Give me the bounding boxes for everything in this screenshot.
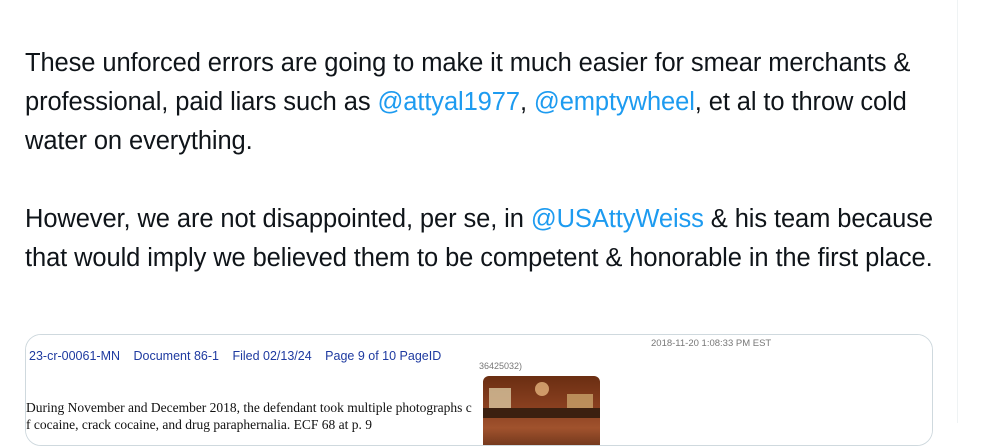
photo-shelf	[483, 408, 600, 418]
paragraph-2-text-before: However, we are not disappointed, per se…	[25, 205, 531, 233]
photo-id-fragment: 36425032)	[479, 361, 523, 371]
column-divider	[957, 0, 958, 423]
mention-separator: ,	[519, 88, 534, 116]
photo-thumbnail	[483, 376, 600, 445]
mention-emptywheel-link[interactable]: @emptywheel	[534, 88, 695, 116]
photo-object	[567, 394, 593, 408]
photo-light	[535, 382, 549, 396]
photo-timestamp: 2018-11-20 1:08:33 PM EST	[651, 338, 772, 349]
mention-usattyweiss-link[interactable]: @USAttyWeiss	[531, 205, 704, 233]
document-number: Document 86-1	[133, 349, 219, 363]
photo-object	[489, 388, 511, 408]
document-line: f cocaine, crack cocaine, and drug parap…	[26, 417, 372, 432]
document-line: During November and December 2018, the d…	[26, 400, 472, 415]
media-attachment[interactable]: 23-cr-00061-MN Document 86-1 Filed 02/13…	[25, 334, 933, 446]
tweet-text: These unforced errors are going to make …	[25, 44, 935, 278]
document-header: 23-cr-00061-MN Document 86-1 Filed 02/13…	[29, 349, 451, 363]
document-body: During November and December 2018, the d…	[26, 399, 479, 433]
page-info: Page 9 of 10 PageID	[325, 349, 442, 363]
court-document-image[interactable]: 23-cr-00061-MN Document 86-1 Filed 02/13…	[26, 335, 479, 445]
tweet-paragraph-1: These unforced errors are going to make …	[25, 44, 935, 161]
case-number: 23-cr-00061-MN	[29, 349, 121, 363]
filed-date: Filed 02/13/24	[232, 349, 312, 363]
tweet-paragraph-2: However, we are not disappointed, per se…	[25, 200, 935, 278]
mention-attyal1977-link[interactable]: @attyal1977	[377, 88, 520, 116]
photo-image[interactable]: 2018-11-20 1:08:33 PM EST 36425032)	[479, 335, 932, 445]
